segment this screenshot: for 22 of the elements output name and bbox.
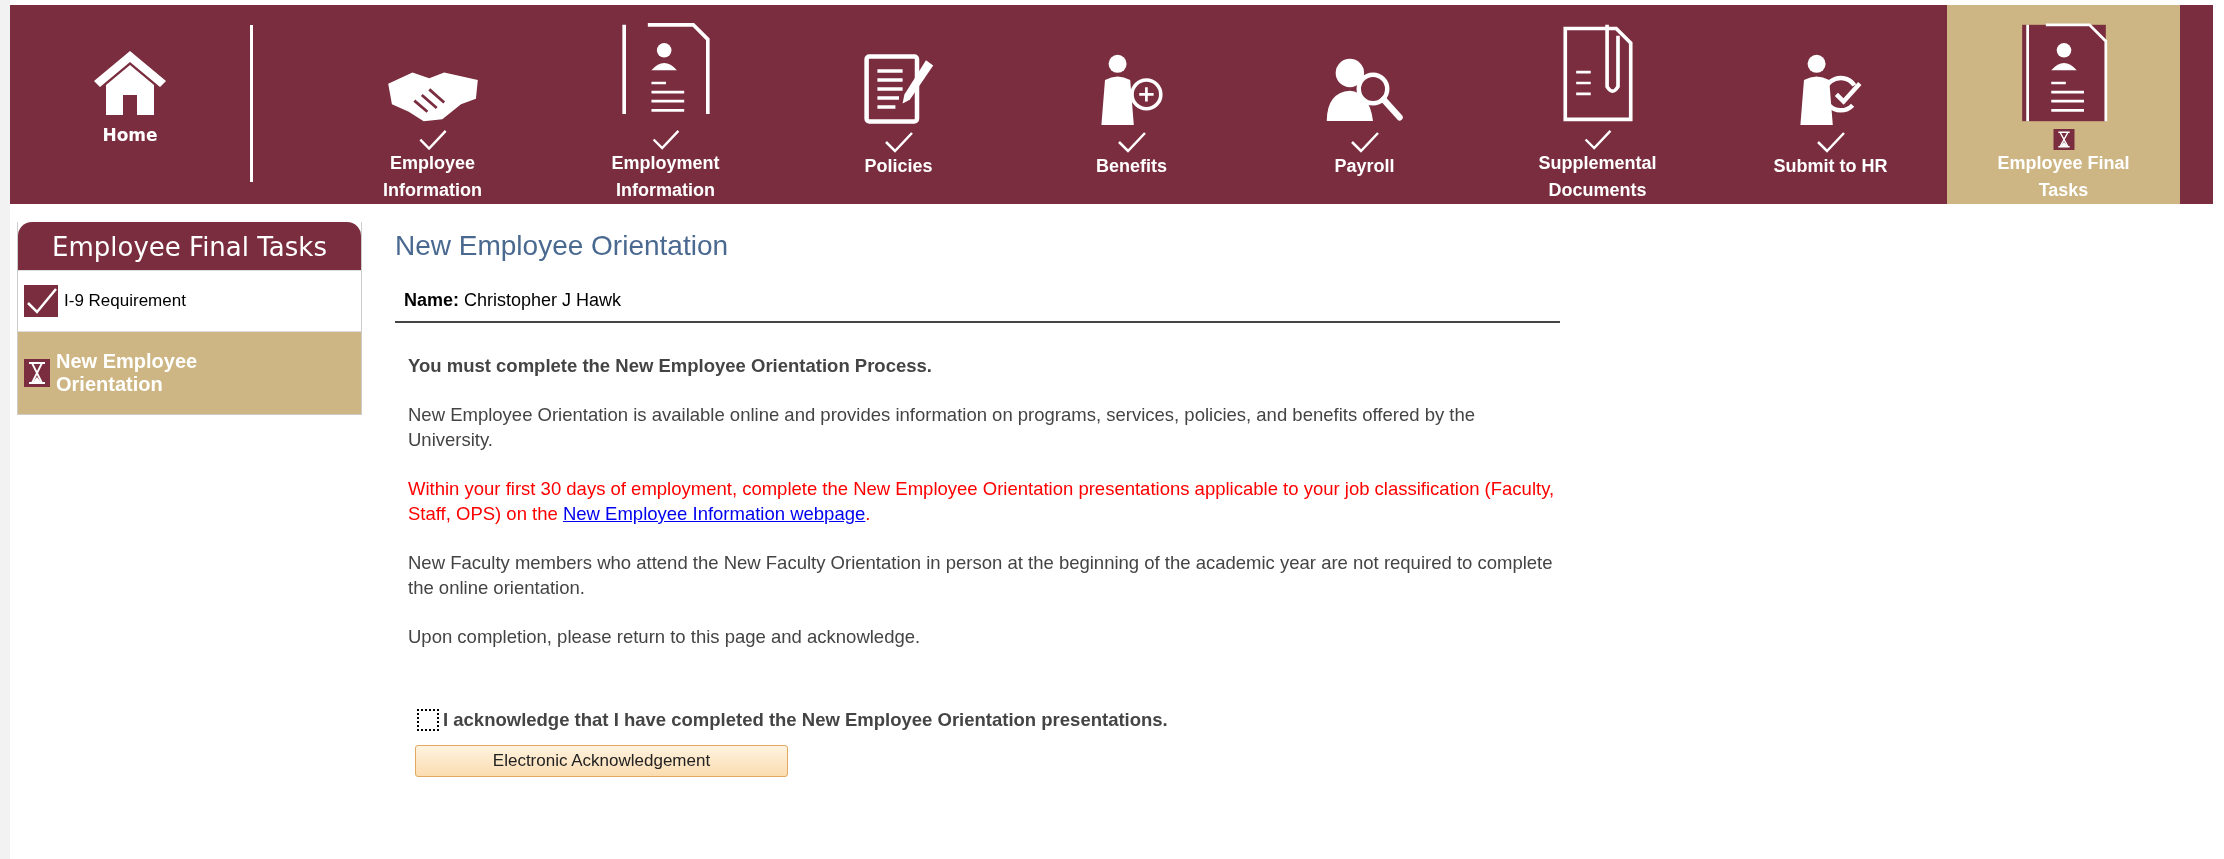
sidebar-title: Employee Final Tasks [18, 222, 361, 270]
instruction-text: You must complete the New Employee Orientation Process. [408, 354, 933, 378]
body-text: New Faculty members who attend the New Faculty Orientation in person at the beginning of the academic year are not required to complete the online orientation. [408, 551, 1554, 600]
acknowledge-label: I acknowledge that I have completed the New Employee Orientation presentations. [443, 709, 1168, 731]
nav-tab[interactable]: Policies [782, 5, 1015, 204]
employee-name: Name: Christopher J Hawk [404, 290, 622, 310]
page-title: New Employee Orientation [395, 230, 730, 262]
home-tab[interactable]: Home [10, 5, 250, 204]
acknowledgement-button[interactable]: Electronic Acknowledgement [415, 745, 788, 777]
body-text: Upon completion, please return to this page and acknowledge. [408, 625, 922, 649]
webpage-link[interactable]: New Employee Information webpage [562, 503, 866, 524]
document-pen-icon [862, 53, 935, 125]
nav-tab[interactable]: Supplemental Documents [1481, 5, 1714, 204]
body-text: New Employee Orientation is available online and provides information on programs, services, policies, and benefits offered by the University. [408, 403, 1477, 452]
document-clip-icon [1560, 23, 1635, 123]
nav-tab[interactable]: Benefits [1015, 5, 1248, 204]
deadline-text: Within your first 30 days of employment, complete the New Employee Orientation presentations applicable to your job classification (Faculty, Staff, OPS) on the New Employee Information webpage. [408, 477, 1556, 526]
acknowledge-checkbox[interactable] [417, 709, 439, 731]
nav-tab[interactable]: Employment Information [549, 5, 782, 204]
nav-tab[interactable]: Submit to HR [1714, 5, 1947, 204]
nav-tab[interactable]: Employee Information [316, 5, 549, 204]
nav-tab[interactable]: Payroll [1248, 5, 1481, 204]
